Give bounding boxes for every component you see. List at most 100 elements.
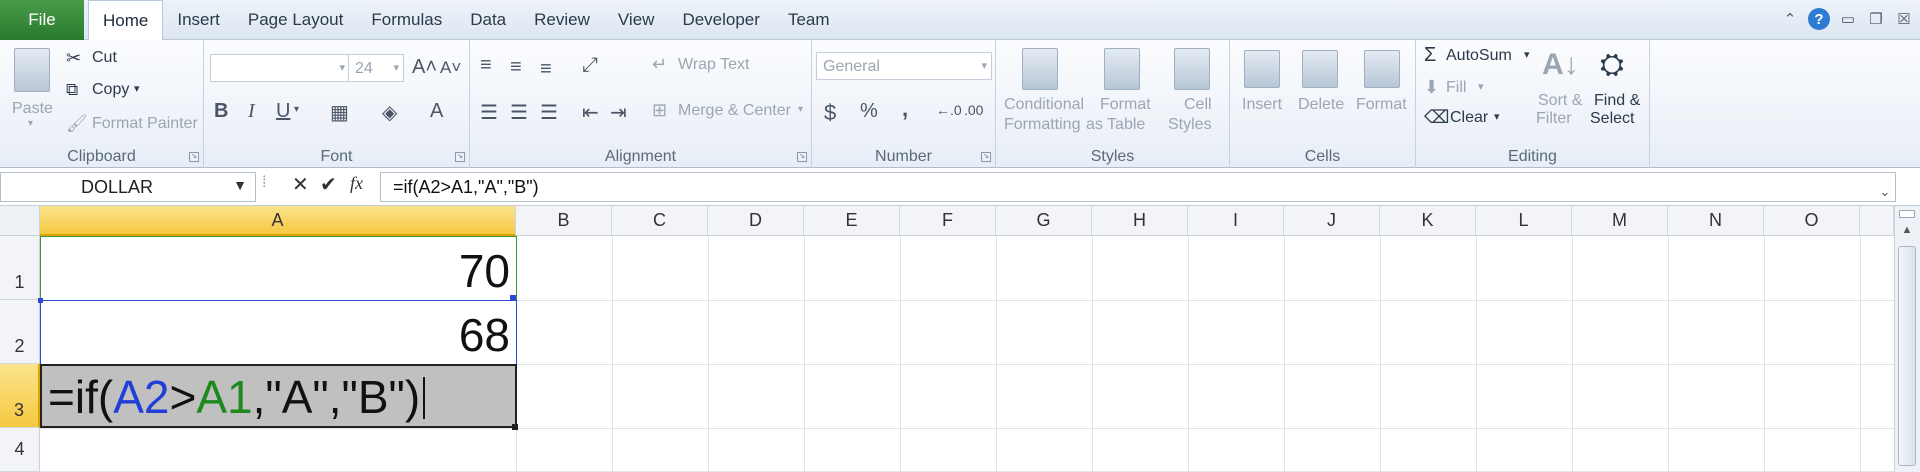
tab-view[interactable]: View — [604, 0, 669, 40]
cell-styles-button[interactable]: Cell Styles — [1164, 44, 1228, 140]
clear-button[interactable]: ⌫ Clear ▾ — [1424, 107, 1514, 130]
clipboard-launcher-icon[interactable]: ↘ — [189, 152, 199, 162]
cut-button[interactable]: ✂ Cut — [66, 48, 176, 70]
format-cells-button[interactable]: Format — [1352, 44, 1412, 140]
column-header-h[interactable]: H — [1092, 206, 1188, 236]
number-launcher-icon[interactable]: ↘ — [981, 152, 991, 162]
increase-decimal-icon[interactable]: ←.0 — [936, 102, 962, 118]
split-box-icon[interactable] — [1899, 210, 1915, 218]
insert-cells-button[interactable]: Insert — [1234, 44, 1290, 140]
tab-file[interactable]: File — [0, 0, 84, 40]
column-header-l[interactable]: L — [1476, 206, 1572, 236]
scroll-thumb[interactable] — [1898, 246, 1916, 466]
help-icon[interactable]: ? — [1808, 8, 1830, 30]
merge-center-button[interactable]: ⊞ Merge & Center ▾ — [652, 100, 808, 124]
tab-team[interactable]: Team — [774, 0, 844, 40]
column-header-g[interactable]: G — [996, 206, 1092, 236]
cancel-icon[interactable]: ✕ — [292, 172, 309, 197]
fill-color-icon[interactable]: ◈ — [382, 100, 397, 125]
column-header-m[interactable]: M — [1572, 206, 1668, 236]
grow-font-icon[interactable]: A˄ — [412, 56, 437, 79]
borders-icon[interactable]: ▦ — [330, 100, 349, 125]
column-header-i[interactable]: I — [1188, 206, 1284, 236]
fill-button[interactable]: ⬇ Fill ▾ — [1424, 77, 1504, 100]
tab-developer[interactable]: Developer — [668, 0, 774, 40]
wrap-text-button[interactable]: ↵ Wrap Text — [652, 54, 802, 78]
format-painter-button[interactable]: 🖌 Format Painter — [66, 114, 202, 136]
column-header-o[interactable]: O — [1764, 206, 1860, 236]
column-header-k[interactable]: K — [1380, 206, 1476, 236]
sort-filter-button[interactable]: A↓ Sort & Filter — [1532, 44, 1588, 140]
percent-button[interactable]: % — [860, 100, 878, 123]
font-size-select[interactable]: 24 ▾ — [348, 54, 404, 82]
column-header-e[interactable]: E — [804, 206, 900, 236]
font-color-icon[interactable]: A — [430, 100, 443, 123]
minimize-icon[interactable]: ▭ — [1838, 9, 1858, 29]
copy-button[interactable]: ⧉ Copy ▾ — [66, 80, 176, 102]
tab-page-layout[interactable]: Page Layout — [234, 0, 357, 40]
align-right-icon[interactable]: ☰ — [540, 100, 558, 125]
comma-style-button[interactable]: , — [902, 96, 908, 122]
tab-data[interactable]: Data — [456, 0, 520, 40]
expand-formula-bar-icon[interactable]: ⌄ — [1875, 177, 1895, 207]
format-as-table-button[interactable]: Format as Table — [1086, 44, 1158, 140]
column-header-a[interactable]: A — [40, 206, 516, 236]
column-header-n[interactable]: N — [1668, 206, 1764, 236]
delete-cells-button[interactable]: Delete — [1292, 44, 1348, 140]
format-cells-label: Format — [1356, 96, 1407, 113]
font-launcher-icon[interactable]: ↘ — [455, 152, 465, 162]
enter-icon[interactable]: ✔ — [320, 172, 337, 197]
tab-formulas[interactable]: Formulas — [357, 0, 456, 40]
row-header-2[interactable]: 2 — [0, 300, 40, 364]
row-header-3[interactable]: 3 — [0, 364, 40, 428]
fill-handle[interactable] — [512, 424, 518, 430]
shrink-font-icon[interactable]: A˅ — [440, 58, 461, 78]
italic-button[interactable]: I — [248, 100, 255, 123]
scroll-up-icon[interactable]: ▲ — [1897, 224, 1917, 242]
row-header-1[interactable]: 1 — [0, 236, 40, 300]
close-icon[interactable]: ☒ — [1894, 9, 1914, 29]
bottom-align-icon[interactable]: ≡ — [540, 58, 552, 81]
formula-input[interactable]: =if(A2>A1,"A","B") ⌄ — [380, 172, 1896, 202]
column-header-c[interactable]: C — [612, 206, 708, 236]
cell-a1[interactable]: 70 — [40, 244, 510, 298]
select-all-corner[interactable] — [0, 206, 40, 236]
cell-a3[interactable]: =if(A2>A1,"A","B") — [40, 364, 517, 428]
column-header-j[interactable]: J — [1284, 206, 1380, 236]
top-align-icon[interactable]: ≡ — [480, 54, 492, 77]
minimize-ribbon-icon[interactable]: ⌃ — [1780, 9, 1800, 29]
decrease-decimal-icon[interactable]: .00 — [964, 102, 983, 118]
underline-button[interactable]: U — [276, 100, 290, 123]
column-header-b[interactable]: B — [516, 206, 612, 236]
tab-insert[interactable]: Insert — [163, 0, 234, 40]
restore-icon[interactable]: ❐ — [1866, 9, 1886, 29]
decrease-indent-icon[interactable]: ⇤ — [582, 100, 599, 125]
vertical-scrollbar[interactable]: ▲ — [1894, 206, 1920, 472]
tab-home[interactable]: Home — [88, 0, 164, 41]
insert-function-icon[interactable]: fx — [350, 173, 363, 194]
column-header-d[interactable]: D — [708, 206, 804, 236]
tab-review[interactable]: Review — [520, 0, 604, 40]
orientation-icon[interactable]: ⤢ — [582, 54, 598, 77]
font-name-select[interactable]: ▾ — [210, 54, 350, 82]
align-left-icon[interactable]: ☰ — [480, 100, 498, 125]
row-header-4[interactable]: 4 — [0, 428, 40, 472]
autosum-button[interactable]: Σ AutoSum ▾ — [1424, 44, 1534, 68]
bold-button[interactable]: B — [214, 100, 228, 123]
align-center-icon[interactable]: ☰ — [510, 100, 528, 125]
number-format-select[interactable]: General ▾ — [816, 52, 992, 80]
conditional-formatting-button[interactable]: Conditional Formatting — [996, 44, 1084, 140]
column-header-f[interactable]: F — [900, 206, 996, 236]
worksheet-grid[interactable]: A B C D E F G H I J K L M N O 1 2 3 4 70… — [0, 206, 1920, 472]
paste-button[interactable]: Paste ▾ — [8, 44, 58, 136]
underline-dropdown-icon[interactable]: ▾ — [294, 104, 299, 115]
currency-button[interactable]: $ — [824, 100, 836, 126]
middle-align-icon[interactable]: ≡ — [510, 56, 522, 79]
name-box-dropdown-icon[interactable]: ▼ — [233, 177, 247, 193]
increase-indent-icon[interactable]: ⇥ — [610, 100, 627, 125]
alignment-launcher-icon[interactable]: ↘ — [797, 152, 807, 162]
cell-a2[interactable]: 68 — [40, 308, 510, 362]
name-box[interactable]: DOLLAR ▼ — [0, 172, 256, 202]
column-header-next[interactable] — [1860, 206, 1894, 236]
find-select-button[interactable]: ⛭ Find & Select — [1588, 44, 1648, 140]
